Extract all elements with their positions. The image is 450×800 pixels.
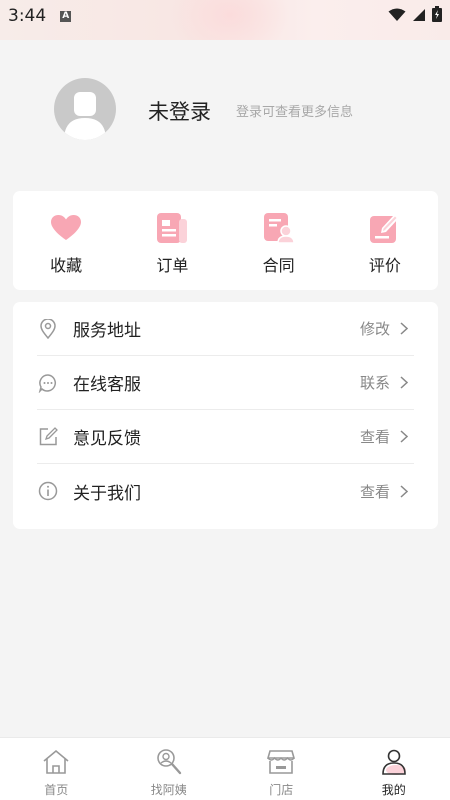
chevron-right-icon <box>400 322 414 336</box>
quick-action-orders[interactable]: 订单 <box>119 191 225 290</box>
tab-label: 门店 <box>269 783 294 797</box>
store-icon <box>266 747 296 777</box>
login-hint-text: 登录可查看更多信息 <box>236 105 354 120</box>
bottom-tab-bar: 首页 找阿姨 门店 我的 <box>0 737 450 800</box>
menu-action-text: 联系 <box>359 374 390 392</box>
quick-action-contracts[interactable]: 合同 <box>226 191 332 290</box>
menu-row-about-us[interactable]: 关于我们 查看 <box>37 464 414 518</box>
quick-action-favorites[interactable]: 收藏 <box>13 191 119 290</box>
heart-icon <box>50 212 82 244</box>
user-avatar-icon[interactable] <box>54 78 116 140</box>
menu-action-text: 查看 <box>359 428 390 446</box>
menu-label: 关于我们 <box>73 483 141 504</box>
notification-a-icon: A <box>60 10 72 22</box>
menu-row-feedback[interactable]: 意见反馈 查看 <box>37 410 414 464</box>
chevron-right-icon <box>400 376 414 390</box>
profile-icon <box>379 747 409 777</box>
quick-action-label: 评价 <box>368 256 401 275</box>
chevron-right-icon <box>400 484 414 498</box>
settings-menu-card: 服务地址 修改 在线客服 联系 意见反馈 查看 关于我们 查看 <box>13 302 438 529</box>
menu-action-text: 查看 <box>359 482 390 501</box>
home-icon <box>41 747 71 777</box>
menu-label: 意见反馈 <box>73 429 141 449</box>
tab-label: 找阿姨 <box>150 783 187 797</box>
tab-label: 我的 <box>381 783 406 797</box>
quick-action-reviews[interactable]: 评价 <box>332 191 438 290</box>
tab-label: 首页 <box>44 783 69 797</box>
contract-icon <box>263 212 295 244</box>
tab-store[interactable]: 门店 <box>225 738 338 800</box>
chat-bubble-icon <box>37 372 59 394</box>
feedback-edit-icon <box>37 426 59 448</box>
tab-mine[interactable]: 我的 <box>338 738 450 800</box>
menu-action-text: 修改 <box>359 320 390 338</box>
info-icon <box>37 480 59 502</box>
location-pin-icon <box>37 318 59 340</box>
profile-header: 未登录 登录可查看更多信息 <box>0 70 450 150</box>
quick-action-label: 合同 <box>262 256 295 275</box>
menu-label: 在线客服 <box>73 375 141 395</box>
signal-icon <box>412 7 426 26</box>
tab-find-nanny[interactable]: 找阿姨 <box>113 738 226 800</box>
menu-row-service-address[interactable]: 服务地址 修改 <box>37 302 414 356</box>
wifi-icon <box>388 7 406 26</box>
quick-action-label: 收藏 <box>50 256 83 275</box>
review-edit-icon <box>369 212 401 244</box>
battery-icon <box>432 6 442 26</box>
login-status-label[interactable]: 未登录 <box>148 96 211 126</box>
status-time: 3:44 <box>8 6 47 26</box>
search-person-icon <box>154 747 184 777</box>
tab-home[interactable]: 首页 <box>0 738 113 800</box>
status-bar: 3:44 A <box>0 0 450 32</box>
menu-row-online-service[interactable]: 在线客服 联系 <box>37 356 414 410</box>
order-document-icon <box>156 212 188 244</box>
chevron-right-icon <box>400 430 414 444</box>
menu-label: 服务地址 <box>73 321 141 341</box>
quick-action-label: 订单 <box>156 256 189 275</box>
quick-actions-card: 收藏 订单 合同 评价 <box>13 191 438 290</box>
